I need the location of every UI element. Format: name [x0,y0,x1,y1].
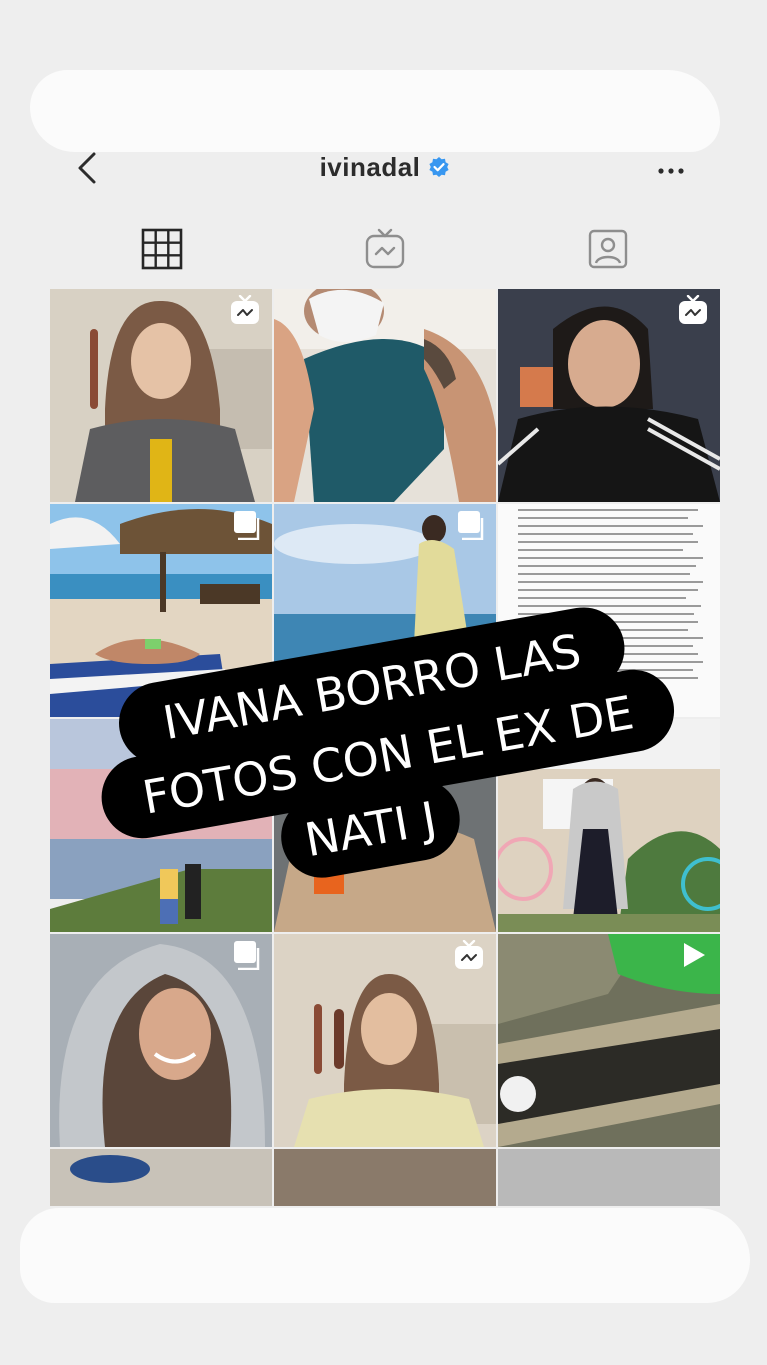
carousel-icon [234,941,260,970]
story-text-sticker: IVANA BORRO LAS FOTOS CON EL EX DE NATI … [101,607,675,878]
post-photo [498,1149,720,1206]
igtv-icon [231,295,259,324]
grid-post[interactable] [498,1149,720,1206]
grid-icon[interactable] [140,227,184,271]
username-text: ivinadal [319,152,421,182]
profile-username: ivinadal [50,152,720,183]
play-icon [684,943,705,967]
igtv-icon [679,295,707,324]
tagged-icon[interactable] [586,227,630,271]
post-photo [274,289,496,502]
carousel-icon [234,511,260,540]
post-photo [50,1149,272,1206]
grid-post[interactable] [274,934,496,1147]
carousel-icon [458,511,484,540]
verified-icon [429,157,450,178]
post-photo [274,1149,496,1206]
igtv-icon [455,940,483,969]
grid-post[interactable] [50,934,272,1147]
grid-post[interactable] [498,934,720,1147]
grid-post[interactable] [50,289,272,502]
more-options-icon[interactable] [656,156,686,186]
redacted-area-bottom [20,1208,750,1303]
profile-header: ivinadal [50,130,720,210]
profile-tabs [50,222,720,277]
igtv-icon[interactable] [363,227,407,271]
grid-post[interactable] [274,1149,496,1206]
grid-post[interactable] [274,289,496,502]
grid-post[interactable] [498,289,720,502]
grid-post[interactable] [50,1149,272,1206]
